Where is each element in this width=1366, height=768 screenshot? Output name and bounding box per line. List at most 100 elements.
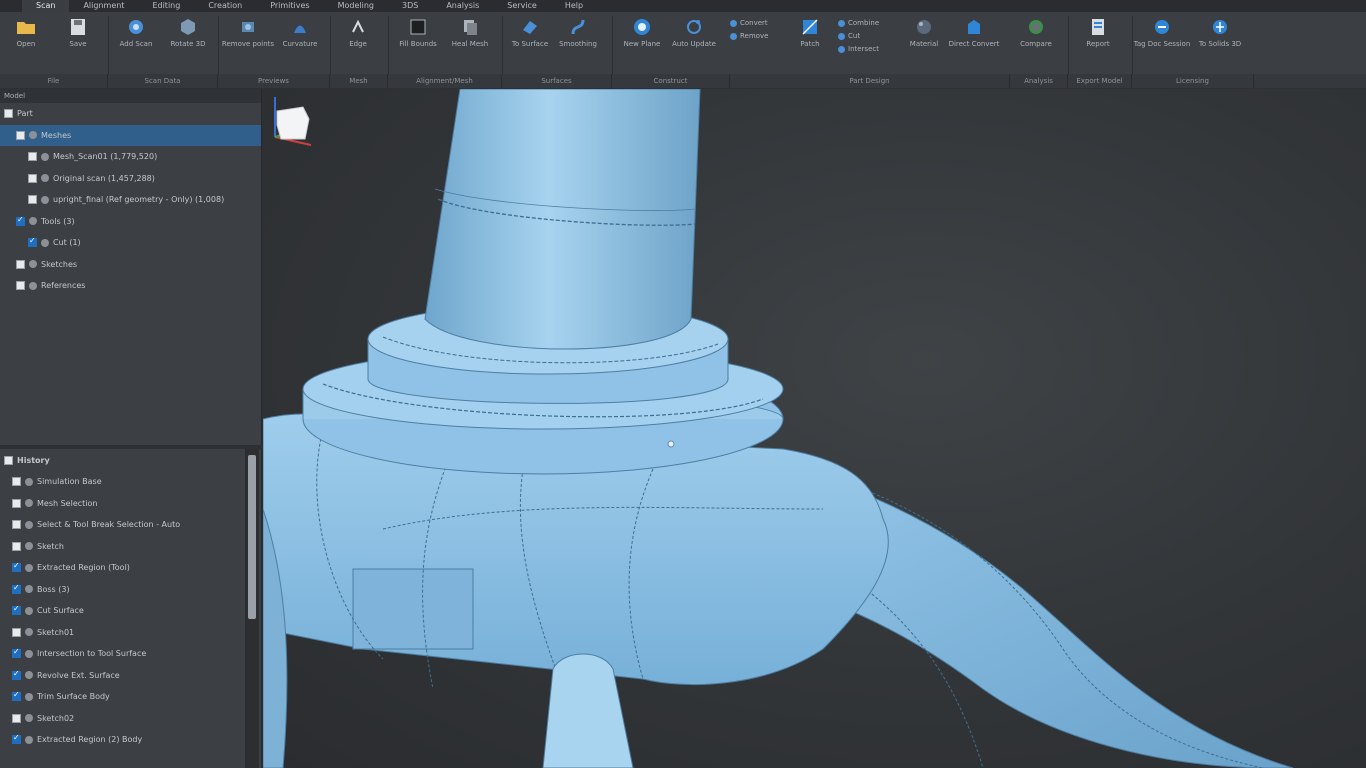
- history-item-checkbox[interactable]: [12, 604, 21, 616]
- history-item[interactable]: Sketch01: [0, 622, 261, 644]
- history-item[interactable]: Sketch02: [0, 708, 261, 730]
- tree-item-checkbox[interactable]: [28, 236, 37, 248]
- history-item-label: Revolve Ext. Surface: [37, 670, 120, 680]
- intersect-button[interactable]: Intersect: [838, 44, 879, 54]
- smoothing-label: Smoothing: [559, 40, 597, 48]
- tree-item[interactable]: Tools (3): [0, 211, 261, 233]
- compare-button[interactable]: Compare: [1014, 18, 1058, 74]
- save-label: Save: [69, 40, 87, 48]
- history-header[interactable]: History: [0, 449, 261, 471]
- tree-item-checkbox[interactable]: [16, 259, 25, 269]
- tree-item[interactable]: References: [0, 275, 261, 297]
- tree-item-checkbox[interactable]: [16, 215, 25, 226]
- tab-alignment[interactable]: Alignment: [69, 0, 138, 12]
- smooth-icon: [568, 18, 588, 36]
- history-item[interactable]: Sketch: [0, 536, 261, 558]
- patch-button[interactable]: Patch: [788, 18, 832, 74]
- history-scroll-thumb[interactable]: [248, 455, 256, 619]
- combine-button[interactable]: Combine: [838, 18, 879, 28]
- tree-item[interactable]: Original scan (1,457,288): [0, 168, 261, 190]
- material-button[interactable]: Material: [902, 18, 946, 74]
- history-item-checkbox[interactable]: [12, 520, 21, 530]
- heal-mesh-button[interactable]: Heal Mesh: [448, 18, 492, 74]
- tree-item[interactable]: Part: [0, 103, 261, 125]
- edge-button[interactable]: Edge: [336, 18, 380, 74]
- tab-service[interactable]: Service: [493, 0, 551, 12]
- history-item-checkbox[interactable]: [12, 690, 21, 702]
- fill-bounds-button[interactable]: Fill Bounds: [396, 18, 440, 74]
- group-alignment-mesh: Alignment/Mesh: [388, 74, 502, 88]
- history-item-checkbox[interactable]: [12, 713, 21, 723]
- combine-icon: [838, 19, 845, 27]
- report-button[interactable]: Report: [1076, 18, 1120, 74]
- tab-3ds[interactable]: 3DS: [388, 0, 432, 12]
- direct-convert-button[interactable]: Direct Convert: [949, 18, 999, 74]
- tab-analysis[interactable]: Analysis: [432, 0, 493, 12]
- export-icon: [1210, 18, 1230, 36]
- history-item[interactable]: Extracted Region (Tool): [0, 557, 261, 579]
- history-item-checkbox[interactable]: [12, 498, 21, 508]
- feature-icon: [25, 542, 33, 551]
- tree-item-checkbox[interactable]: [28, 195, 37, 205]
- cut-button[interactable]: Cut: [838, 31, 879, 41]
- tab-editing[interactable]: Editing: [138, 0, 194, 12]
- history-item-checkbox[interactable]: [12, 627, 21, 637]
- tree-item[interactable]: upright_final (Ref geometry - Only) (1,0…: [0, 189, 261, 211]
- history-item[interactable]: Extracted Region (2) Body: [0, 729, 261, 751]
- add-scan-button[interactable]: Add Scan: [114, 18, 158, 74]
- new-plane-button[interactable]: New Plane: [620, 18, 664, 74]
- history-item[interactable]: Revolve Ext. Surface: [0, 665, 261, 687]
- tree-item-checkbox[interactable]: [28, 152, 37, 162]
- tab-help[interactable]: Help: [551, 0, 597, 12]
- ribbon: Open Save Add Scan Rotate 3D Remove poin…: [0, 12, 1366, 88]
- convert-button[interactable]: Convert: [730, 18, 768, 28]
- smoothing-button[interactable]: Smoothing: [556, 18, 600, 74]
- tab-scan[interactable]: Scan: [22, 0, 70, 12]
- history-item[interactable]: Select & Tool Break Selection - Auto: [0, 514, 261, 536]
- history-item-label: Select & Tool Break Selection - Auto: [37, 520, 181, 530]
- tree-node-icon: [41, 152, 49, 161]
- tree-item-checkbox[interactable]: [28, 173, 37, 183]
- tag-session-button[interactable]: Tag Doc Session: [1134, 18, 1190, 74]
- tree-item[interactable]: Meshes: [0, 124, 261, 146]
- to-surface-button[interactable]: To Surface: [508, 18, 552, 74]
- history-header-checkbox[interactable]: [4, 455, 13, 465]
- history-item-checkbox[interactable]: [12, 669, 21, 680]
- 3d-viewport[interactable]: [263, 89, 1366, 768]
- open-button[interactable]: Open: [4, 18, 48, 74]
- auto-update-button[interactable]: Auto Update: [672, 18, 716, 74]
- tree-item[interactable]: Mesh_Scan01 (1,779,520): [0, 146, 261, 168]
- tree-node-icon: [41, 174, 49, 183]
- tree-item-checkbox[interactable]: [16, 130, 25, 140]
- history-item-checkbox[interactable]: [12, 583, 21, 594]
- history-item[interactable]: Mesh Selection: [0, 493, 261, 515]
- history-item-checkbox[interactable]: [12, 647, 21, 659]
- history-item[interactable]: Boss (3): [0, 579, 261, 601]
- remove-button[interactable]: Remove: [730, 31, 768, 41]
- tree-item-label: Cut (1): [53, 238, 81, 248]
- tree-item-checkbox[interactable]: [4, 109, 13, 119]
- save-button[interactable]: Save: [56, 18, 100, 74]
- tree-item[interactable]: Cut (1): [0, 232, 261, 254]
- history-scrollbar[interactable]: [245, 449, 259, 768]
- history-item[interactable]: Trim Surface Body: [0, 686, 261, 708]
- history-item-checkbox[interactable]: [12, 541, 21, 551]
- history-item[interactable]: Cut Surface: [0, 600, 261, 622]
- view-cube-icon[interactable]: [263, 89, 319, 153]
- remove-points-button[interactable]: Remove points: [222, 18, 274, 74]
- tab-creation[interactable]: Creation: [194, 0, 256, 12]
- history-item[interactable]: Simulation Base: [0, 471, 261, 493]
- tab-modeling[interactable]: Modeling: [324, 0, 388, 12]
- cut-label: Cut: [848, 32, 861, 40]
- tree-item[interactable]: Sketches: [0, 254, 261, 276]
- history-item-checkbox[interactable]: [12, 561, 21, 573]
- history-item-checkbox[interactable]: [12, 477, 21, 487]
- history-item[interactable]: Intersection to Tool Surface: [0, 643, 261, 665]
- tab-primitives[interactable]: Primitives: [256, 0, 323, 12]
- export-solids-button[interactable]: To Solids 3D: [1198, 18, 1242, 74]
- tree-item-checkbox[interactable]: [16, 281, 25, 291]
- rotate-button[interactable]: Rotate 3D: [166, 18, 210, 74]
- curvature-button[interactable]: Curvature: [278, 18, 322, 74]
- report-label: Report: [1086, 40, 1110, 48]
- history-item-checkbox[interactable]: [12, 733, 21, 745]
